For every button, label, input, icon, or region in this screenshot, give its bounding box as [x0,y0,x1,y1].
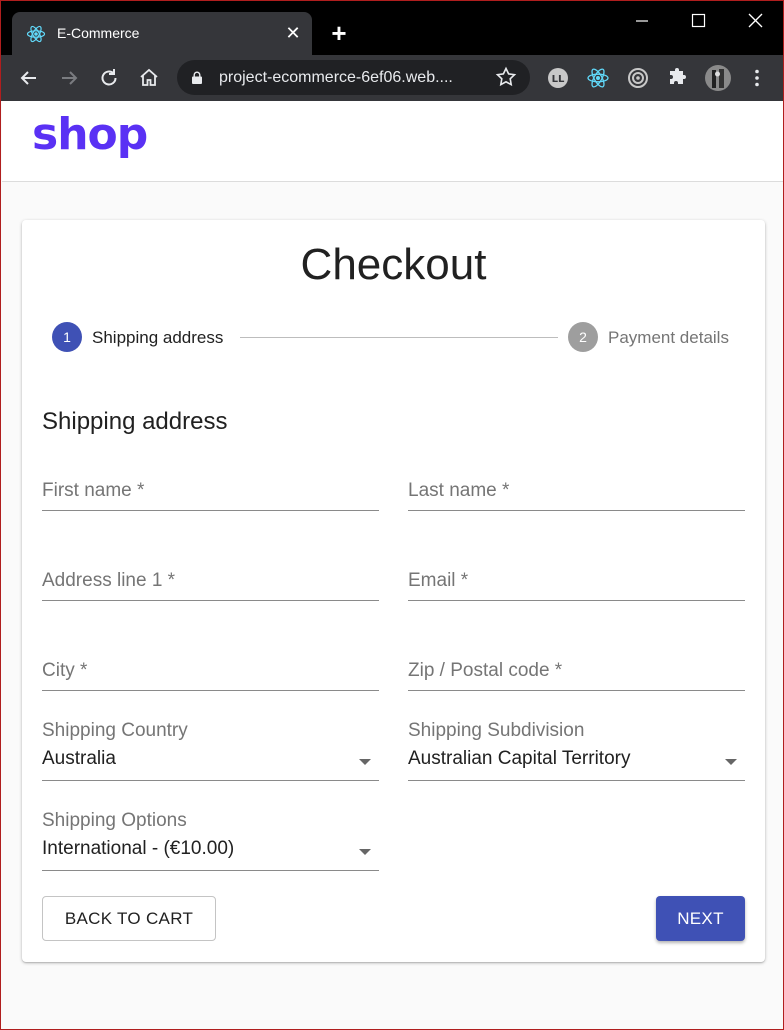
zip-placeholder: Zip / Postal code * [408,660,563,681]
browser-window: E-Commerce ✕ + project-ecommerce-6ef06.w… [0,0,784,1030]
last-name-field[interactable]: Last name * [408,478,745,511]
step-1-label: Shipping address [92,328,224,347]
lock-icon [192,71,202,84]
shipping-subdivision-label: Shipping Subdivision [408,720,585,741]
browser-tab[interactable]: E-Commerce ✕ [12,12,312,55]
browser-toolbar: project-ecommerce-6ef06.web.... LL [1,55,783,101]
shipping-subdivision-value: Australian Capital Territory [408,748,631,769]
shipping-options-label: Shipping Options [42,810,187,831]
checkout-stepper: 1 Shipping address 2 Payment details [52,322,742,354]
bookmark-star-icon[interactable] [495,66,517,88]
shipping-options-select[interactable]: International - (€10.00) [42,835,379,871]
address-bar[interactable]: project-ecommerce-6ef06.web.... [177,60,530,95]
react-icon [26,25,46,43]
step-1-indicator: 1 [52,322,82,352]
shipping-country-select[interactable]: Australia [42,745,379,781]
shipping-country-value: Australia [42,748,116,769]
step-2-label: Payment details [608,328,729,347]
target-extension-icon[interactable] [626,66,650,90]
dropdown-arrow-icon [359,849,371,855]
react-devtools-icon[interactable] [586,66,610,90]
minimize-icon[interactable] [621,7,661,35]
svg-text:LL: LL [552,74,565,85]
step-connector [240,337,558,338]
shipping-subdivision-select[interactable]: Australian Capital Territory [408,745,745,781]
back-arrow-icon[interactable] [17,66,41,90]
city-placeholder: City * [42,660,88,681]
tab-bar: E-Commerce ✕ + [1,1,783,55]
step-2-indicator: 2 [568,322,598,352]
extension-lu-icon[interactable]: LL [546,66,570,90]
email-field[interactable]: Email * [408,568,745,601]
city-field[interactable]: City * [42,658,379,691]
shop-logo[interactable]: shop [32,109,148,160]
page-title: Checkout [300,240,487,289]
next-button[interactable]: NEXT [656,896,745,941]
home-icon[interactable] [137,66,161,90]
first-name-field[interactable]: First name * [42,478,379,511]
last-name-placeholder: Last name * [408,480,510,501]
tab-title: E-Commerce [57,25,140,41]
window-close-icon[interactable] [735,7,775,35]
forward-arrow-icon[interactable] [57,66,81,90]
zip-field[interactable]: Zip / Postal code * [408,658,745,691]
email-placeholder: Email * [408,570,469,591]
maximize-icon[interactable] [678,7,718,35]
shipping-country-label: Shipping Country [42,720,188,741]
browser-menu-icon[interactable] [745,66,769,90]
reload-icon[interactable] [97,66,121,90]
new-tab-icon[interactable]: + [325,19,353,47]
url-text: project-ecommerce-6ef06.web.... [219,69,453,86]
back-to-cart-button[interactable]: BACK TO CART [42,896,216,941]
extensions-puzzle-icon[interactable] [666,66,690,90]
first-name-placeholder: First name * [42,480,145,501]
dropdown-arrow-icon [725,759,737,765]
address-line-1-field[interactable]: Address line 1 * [42,568,379,601]
app-header: shop [2,101,783,182]
profile-avatar[interactable] [704,64,732,92]
tab-close-icon[interactable]: ✕ [282,22,304,44]
shipping-options-value: International - (€10.00) [42,838,235,859]
dropdown-arrow-icon [359,759,371,765]
checkout-card: Checkout 1 Shipping address 2 Payment de… [22,220,765,962]
address-line-1-placeholder: Address line 1 * [42,570,176,591]
section-title: Shipping address [42,408,228,435]
